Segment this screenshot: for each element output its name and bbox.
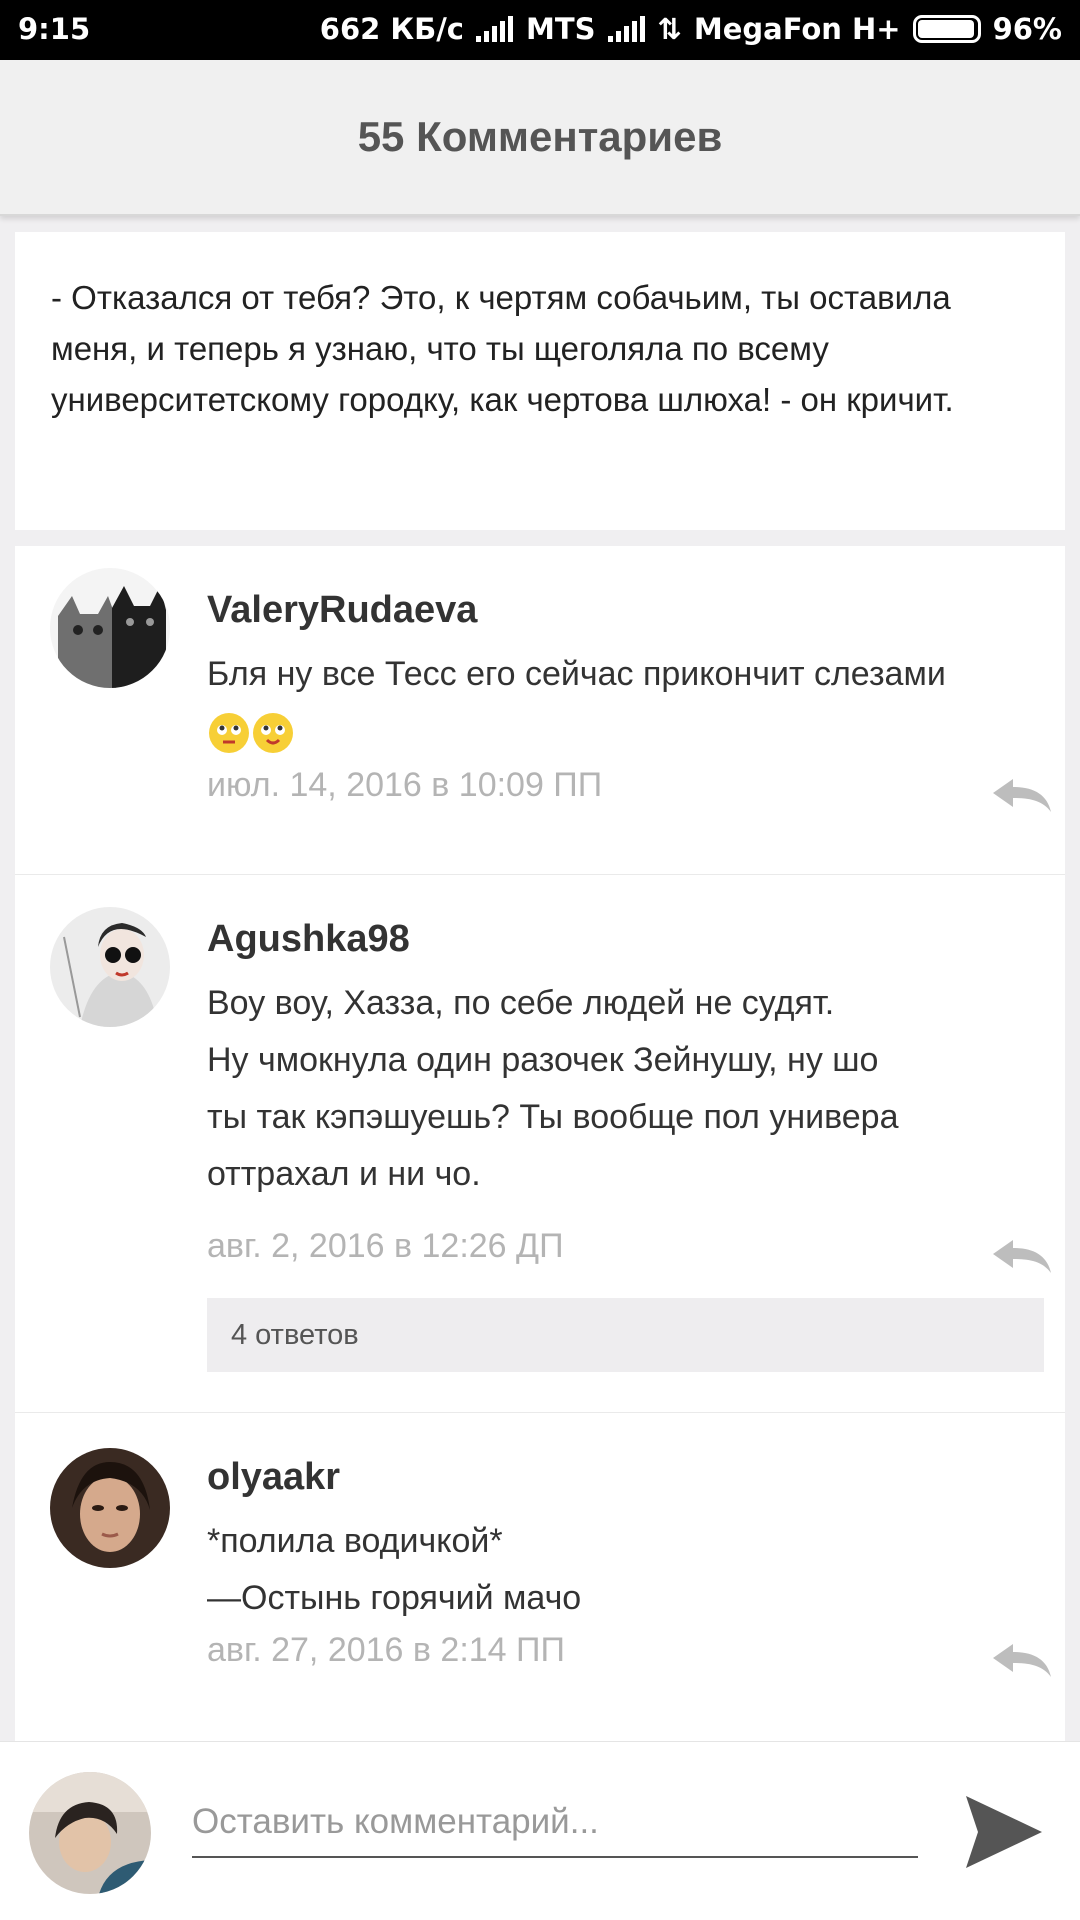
- status-bar: 9:15 662 КБ/с MTS ⇅ MegaFon H+ 96%: [0, 0, 1080, 60]
- send-icon[interactable]: [962, 1792, 1046, 1872]
- comment-author[interactable]: Agushka98: [207, 909, 1045, 969]
- comment-line: Воу воу, Хазза, по себе людей не судят.: [207, 984, 835, 1022]
- signal-icon: [607, 16, 646, 42]
- comment-input-bar: [0, 1741, 1080, 1920]
- comment-date: авг. 27, 2016 в 2:14 ПП: [207, 1631, 565, 1669]
- avatar[interactable]: [50, 907, 170, 1027]
- network-speed: 662 КБ/с: [319, 12, 464, 46]
- comment-item: Agushka98 Воу воу, Хазза, по себе людей …: [15, 875, 1065, 1413]
- comment-text: Бля ну все Тесс его сейчас прикончит сле…: [207, 646, 1045, 760]
- carrier-1: MTS: [526, 12, 596, 46]
- comment-line: *полила водичкой*: [207, 1522, 503, 1560]
- comment-line: —Остынь горячий мачо: [207, 1579, 582, 1617]
- comment-line: ты так кэпэшуешь? Ты вообще пол универа: [207, 1098, 899, 1136]
- reply-icon[interactable]: [989, 776, 1055, 816]
- status-time: 9:15: [18, 12, 91, 46]
- reply-icon[interactable]: [989, 1641, 1055, 1681]
- page-title: 55 Комментариев: [357, 113, 723, 160]
- data-transfer-icon: ⇅: [657, 12, 682, 46]
- avatar[interactable]: [50, 1448, 170, 1568]
- comment-item: olyaakr *полила водичкой* —Остынь горячи…: [15, 1413, 1065, 1741]
- comment-line: Ну чмокнула один разочек Зейнушу, ну шо: [207, 1041, 879, 1079]
- quoted-passage-text: - Отказался от тебя? Это, к чертям собач…: [51, 279, 954, 418]
- emoji-icon: [207, 712, 295, 754]
- comment-text: *полила водичкой* —Остынь горячий мачо: [207, 1513, 1045, 1627]
- replies-button[interactable]: 4 ответов: [207, 1298, 1044, 1372]
- comment-text: Воу воу, Хазза, по себе людей не судят. …: [207, 975, 1045, 1203]
- avatar[interactable]: [50, 568, 170, 688]
- comment-date: июл. 14, 2016 в 10:09 ПП: [207, 766, 603, 804]
- comment-line: Бля ну все Тесс его сейчас прикончит сле…: [207, 655, 946, 693]
- reply-icon[interactable]: [989, 1237, 1055, 1277]
- comment-line: оттрахал и ни чо.: [207, 1155, 481, 1193]
- signal-icon: [476, 16, 514, 42]
- comment-date: авг. 2, 2016 в 12:26 ДП: [207, 1227, 564, 1265]
- app-bar: 55 Комментариев: [0, 60, 1080, 216]
- my-avatar[interactable]: [29, 1772, 151, 1894]
- comment-item: ValeryRudaeva Бля ну все Тесс его сейчас…: [15, 546, 1065, 875]
- comment-input[interactable]: [192, 1788, 918, 1858]
- carrier-2: MegaFon H+: [693, 12, 901, 46]
- comment-author[interactable]: olyaakr: [207, 1447, 1045, 1507]
- comment-list[interactable]: ValeryRudaeva Бля ну все Тесс его сейчас…: [15, 546, 1065, 1741]
- battery-icon: [912, 15, 981, 43]
- quoted-passage-card: - Отказался от тебя? Это, к чертям собач…: [15, 232, 1065, 530]
- comment-author[interactable]: ValeryRudaeva: [207, 580, 1045, 640]
- battery-level: 96%: [992, 12, 1062, 46]
